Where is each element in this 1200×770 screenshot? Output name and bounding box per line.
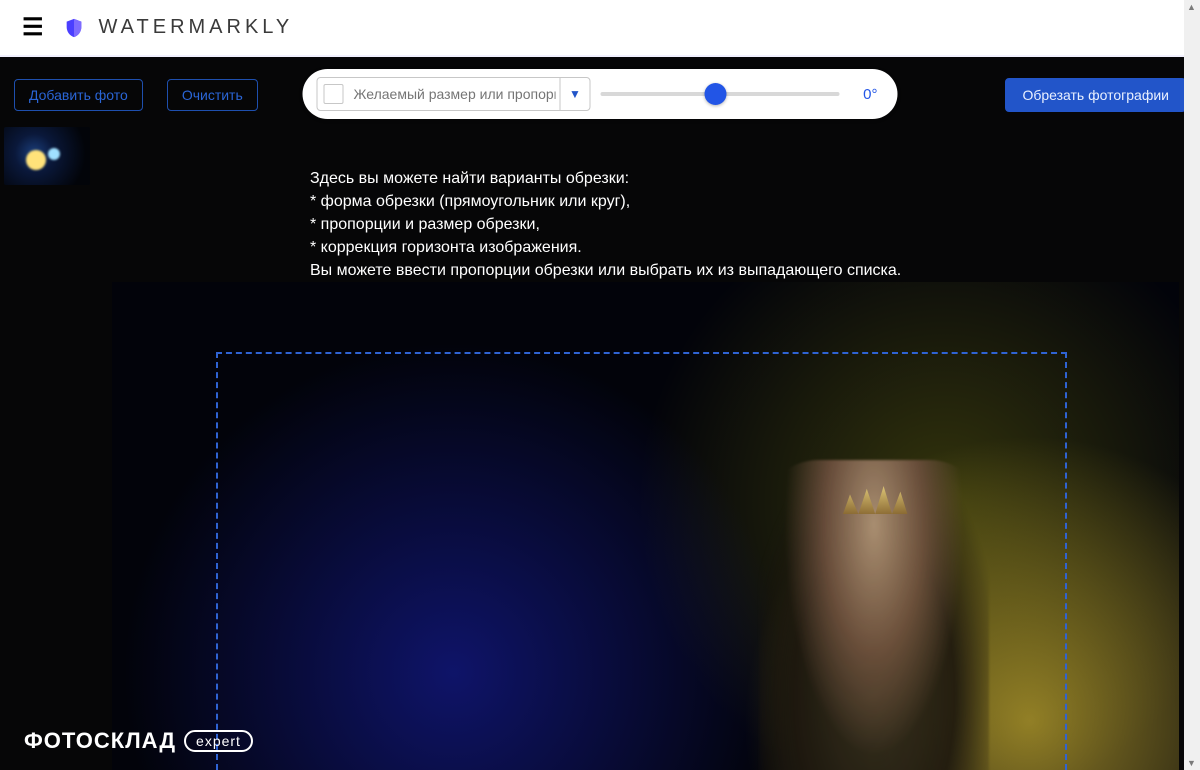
crop-help-tooltip: Здесь вы можете найти варианты обрезки: … (310, 167, 930, 282)
source-watermark: ФОТОСКЛАД expert (24, 728, 253, 754)
crop-size-input[interactable] (350, 78, 560, 110)
crop-control-panel: ▼ 0° (303, 69, 898, 119)
help-line: Вы можете ввести пропорции обрезки или в… (310, 259, 930, 282)
rotation-slider-thumb[interactable] (704, 83, 726, 105)
clear-button[interactable]: Очистить (167, 79, 258, 111)
rotation-slider[interactable] (601, 92, 840, 96)
keep-aspect-checkbox[interactable] (324, 84, 344, 104)
page-scrollbar[interactable] (1184, 0, 1200, 770)
shield-icon (63, 17, 85, 39)
help-line: * коррекция горизонта изображения. (310, 236, 930, 259)
crop-size-field: ▼ (317, 77, 591, 111)
app-title: WATERMARKLY (99, 16, 294, 39)
help-line: * пропорции и размер обрезки, (310, 213, 930, 236)
help-line: * форма обрезки (прямоугольник или круг)… (310, 190, 930, 213)
menu-hamburger-icon[interactable]: ☰ (22, 16, 43, 40)
add-photo-button[interactable]: Добавить фото (14, 79, 143, 111)
workspace: Добавить фото Очистить Обрезать фотограф… (0, 57, 1200, 770)
crop-size-dropdown-icon[interactable]: ▼ (560, 78, 590, 110)
thumbnail-item[interactable] (4, 127, 90, 185)
app-header: ☰ WATERMARKLY (0, 0, 1200, 57)
app-logo[interactable]: WATERMARKLY (63, 16, 294, 39)
watermark-brand: ФОТОСКЛАД (24, 728, 176, 754)
crop-frame[interactable] (216, 352, 1067, 770)
watermark-badge: expert (184, 730, 253, 752)
thumbnail-strip (4, 127, 90, 185)
rotation-readout: 0° (850, 86, 878, 103)
image-canvas[interactable] (112, 282, 1179, 770)
crop-photos-button[interactable]: Обрезать фотографии (1005, 78, 1186, 112)
help-line: Здесь вы можете найти варианты обрезки: (310, 167, 930, 190)
